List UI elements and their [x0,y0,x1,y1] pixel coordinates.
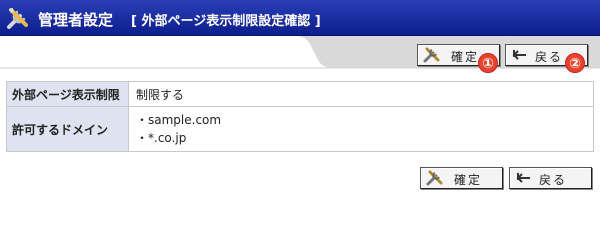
confirm-label: 確定 [454,173,483,187]
title-bar: 管理者設定 [ 外部ページ表示制限設定確認 ] [0,0,600,36]
domain-item: ・*.co.jp [136,131,187,145]
restriction-label: 外部ページ表示制限 [6,81,129,107]
tools-icon [423,47,440,63]
table-row: 許可するドメイン ・sample.com ・*.co.jp [6,106,594,152]
back-button-bottom[interactable]: 戻る [509,167,592,189]
domains-label: 許可するドメイン [6,106,129,152]
restriction-value: 制限する [128,81,594,107]
return-arrow-icon [512,50,526,60]
settings-table: 外部ページ表示制限 制限する 許可するドメイン ・sample.com ・*.c… [6,81,594,152]
back-label: 戻る [539,173,568,187]
confirm-label: 確定 [451,50,480,64]
return-arrow-icon [516,173,530,183]
page-subtitle: [ 外部ページ表示制限設定確認 ] [131,14,321,29]
page-title: 管理者設定 [38,11,114,29]
back-label: 戻る [535,50,564,64]
domains-cell: ・sample.com ・*.co.jp [128,106,594,152]
confirm-button-bottom[interactable]: 確定 [420,167,503,189]
callout-2: ② [565,53,585,73]
table-row: 外部ページ表示制限 制限する [6,81,594,107]
tools-icon [426,170,443,186]
tools-icon [7,8,28,29]
domain-item: ・sample.com [136,113,222,127]
callout-1: ① [478,53,498,73]
